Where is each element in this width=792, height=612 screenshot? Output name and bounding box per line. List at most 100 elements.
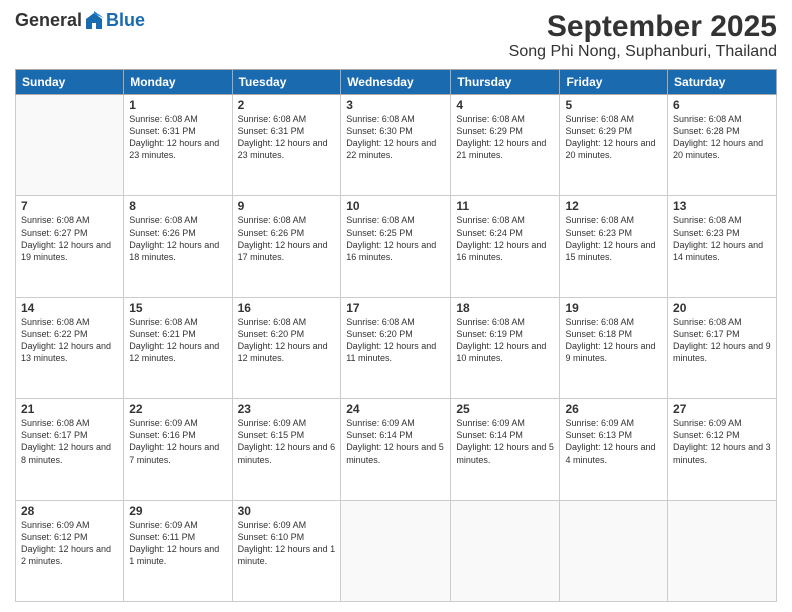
day-number: 5 bbox=[565, 98, 662, 112]
calendar-cell bbox=[16, 95, 124, 196]
calendar-cell: 25Sunrise: 6:09 AMSunset: 6:14 PMDayligh… bbox=[451, 399, 560, 500]
calendar-table: SundayMondayTuesdayWednesdayThursdayFrid… bbox=[15, 69, 777, 602]
day-info: Sunrise: 6:08 AMSunset: 6:20 PMDaylight:… bbox=[238, 316, 336, 365]
day-number: 20 bbox=[673, 301, 771, 315]
weekday-header: Thursday bbox=[451, 70, 560, 95]
day-info: Sunrise: 6:09 AMSunset: 6:16 PMDaylight:… bbox=[129, 417, 226, 466]
day-info: Sunrise: 6:08 AMSunset: 6:23 PMDaylight:… bbox=[673, 214, 771, 263]
calendar-cell: 26Sunrise: 6:09 AMSunset: 6:13 PMDayligh… bbox=[560, 399, 668, 500]
calendar-week-row: 1Sunrise: 6:08 AMSunset: 6:31 PMDaylight… bbox=[16, 95, 777, 196]
page-title: September 2025 bbox=[509, 10, 777, 43]
calendar-cell: 23Sunrise: 6:09 AMSunset: 6:15 PMDayligh… bbox=[232, 399, 341, 500]
day-info: Sunrise: 6:08 AMSunset: 6:26 PMDaylight:… bbox=[238, 214, 336, 263]
calendar-cell: 3Sunrise: 6:08 AMSunset: 6:30 PMDaylight… bbox=[341, 95, 451, 196]
day-number: 29 bbox=[129, 504, 226, 518]
day-number: 17 bbox=[346, 301, 445, 315]
calendar-cell bbox=[451, 500, 560, 601]
calendar-cell: 2Sunrise: 6:08 AMSunset: 6:31 PMDaylight… bbox=[232, 95, 341, 196]
day-number: 1 bbox=[129, 98, 226, 112]
day-number: 12 bbox=[565, 199, 662, 213]
day-info: Sunrise: 6:08 AMSunset: 6:28 PMDaylight:… bbox=[673, 113, 771, 162]
day-number: 8 bbox=[129, 199, 226, 213]
calendar-cell: 24Sunrise: 6:09 AMSunset: 6:14 PMDayligh… bbox=[341, 399, 451, 500]
day-info: Sunrise: 6:08 AMSunset: 6:17 PMDaylight:… bbox=[21, 417, 118, 466]
calendar-body: 1Sunrise: 6:08 AMSunset: 6:31 PMDaylight… bbox=[16, 95, 777, 602]
calendar-cell: 20Sunrise: 6:08 AMSunset: 6:17 PMDayligh… bbox=[668, 297, 777, 398]
day-info: Sunrise: 6:08 AMSunset: 6:22 PMDaylight:… bbox=[21, 316, 118, 365]
day-info: Sunrise: 6:09 AMSunset: 6:14 PMDaylight:… bbox=[346, 417, 445, 466]
calendar-week-row: 14Sunrise: 6:08 AMSunset: 6:22 PMDayligh… bbox=[16, 297, 777, 398]
calendar-cell: 1Sunrise: 6:08 AMSunset: 6:31 PMDaylight… bbox=[124, 95, 232, 196]
day-info: Sunrise: 6:08 AMSunset: 6:31 PMDaylight:… bbox=[129, 113, 226, 162]
day-info: Sunrise: 6:08 AMSunset: 6:17 PMDaylight:… bbox=[673, 316, 771, 365]
day-info: Sunrise: 6:08 AMSunset: 6:27 PMDaylight:… bbox=[21, 214, 118, 263]
calendar-cell: 18Sunrise: 6:08 AMSunset: 6:19 PMDayligh… bbox=[451, 297, 560, 398]
day-number: 18 bbox=[456, 301, 554, 315]
day-info: Sunrise: 6:09 AMSunset: 6:15 PMDaylight:… bbox=[238, 417, 336, 466]
day-number: 19 bbox=[565, 301, 662, 315]
day-info: Sunrise: 6:08 AMSunset: 6:31 PMDaylight:… bbox=[238, 113, 336, 162]
calendar-cell: 9Sunrise: 6:08 AMSunset: 6:26 PMDaylight… bbox=[232, 196, 341, 297]
calendar-cell bbox=[560, 500, 668, 601]
calendar-cell: 30Sunrise: 6:09 AMSunset: 6:10 PMDayligh… bbox=[232, 500, 341, 601]
day-info: Sunrise: 6:09 AMSunset: 6:11 PMDaylight:… bbox=[129, 519, 226, 568]
day-info: Sunrise: 6:08 AMSunset: 6:26 PMDaylight:… bbox=[129, 214, 226, 263]
calendar-cell: 15Sunrise: 6:08 AMSunset: 6:21 PMDayligh… bbox=[124, 297, 232, 398]
day-number: 14 bbox=[21, 301, 118, 315]
calendar-cell: 28Sunrise: 6:09 AMSunset: 6:12 PMDayligh… bbox=[16, 500, 124, 601]
page: General Blue September 2025 Song Phi Non… bbox=[0, 0, 792, 612]
day-number: 13 bbox=[673, 199, 771, 213]
day-number: 4 bbox=[456, 98, 554, 112]
calendar-cell: 10Sunrise: 6:08 AMSunset: 6:25 PMDayligh… bbox=[341, 196, 451, 297]
logo-icon bbox=[84, 11, 104, 31]
day-number: 3 bbox=[346, 98, 445, 112]
day-number: 25 bbox=[456, 402, 554, 416]
day-number: 16 bbox=[238, 301, 336, 315]
day-number: 23 bbox=[238, 402, 336, 416]
day-number: 26 bbox=[565, 402, 662, 416]
day-number: 6 bbox=[673, 98, 771, 112]
calendar-cell: 5Sunrise: 6:08 AMSunset: 6:29 PMDaylight… bbox=[560, 95, 668, 196]
calendar-cell: 12Sunrise: 6:08 AMSunset: 6:23 PMDayligh… bbox=[560, 196, 668, 297]
logo-general-text: General bbox=[15, 10, 82, 31]
day-number: 2 bbox=[238, 98, 336, 112]
calendar-cell: 14Sunrise: 6:08 AMSunset: 6:22 PMDayligh… bbox=[16, 297, 124, 398]
day-info: Sunrise: 6:08 AMSunset: 6:19 PMDaylight:… bbox=[456, 316, 554, 365]
calendar-cell: 6Sunrise: 6:08 AMSunset: 6:28 PMDaylight… bbox=[668, 95, 777, 196]
calendar-week-row: 7Sunrise: 6:08 AMSunset: 6:27 PMDaylight… bbox=[16, 196, 777, 297]
day-info: Sunrise: 6:08 AMSunset: 6:18 PMDaylight:… bbox=[565, 316, 662, 365]
day-info: Sunrise: 6:08 AMSunset: 6:25 PMDaylight:… bbox=[346, 214, 445, 263]
calendar-cell: 19Sunrise: 6:08 AMSunset: 6:18 PMDayligh… bbox=[560, 297, 668, 398]
logo: General Blue bbox=[15, 10, 145, 31]
calendar-week-row: 21Sunrise: 6:08 AMSunset: 6:17 PMDayligh… bbox=[16, 399, 777, 500]
calendar-cell: 16Sunrise: 6:08 AMSunset: 6:20 PMDayligh… bbox=[232, 297, 341, 398]
day-info: Sunrise: 6:08 AMSunset: 6:24 PMDaylight:… bbox=[456, 214, 554, 263]
day-info: Sunrise: 6:08 AMSunset: 6:21 PMDaylight:… bbox=[129, 316, 226, 365]
weekday-header: Friday bbox=[560, 70, 668, 95]
day-number: 24 bbox=[346, 402, 445, 416]
logo-blue-text: Blue bbox=[106, 10, 145, 31]
day-number: 10 bbox=[346, 199, 445, 213]
title-block: September 2025 Song Phi Nong, Suphanburi… bbox=[509, 10, 777, 61]
page-subtitle: Song Phi Nong, Suphanburi, Thailand bbox=[509, 43, 777, 61]
calendar-cell: 21Sunrise: 6:08 AMSunset: 6:17 PMDayligh… bbox=[16, 399, 124, 500]
day-number: 22 bbox=[129, 402, 226, 416]
day-number: 9 bbox=[238, 199, 336, 213]
calendar-week-row: 28Sunrise: 6:09 AMSunset: 6:12 PMDayligh… bbox=[16, 500, 777, 601]
day-info: Sunrise: 6:08 AMSunset: 6:29 PMDaylight:… bbox=[456, 113, 554, 162]
calendar-cell: 17Sunrise: 6:08 AMSunset: 6:20 PMDayligh… bbox=[341, 297, 451, 398]
day-info: Sunrise: 6:08 AMSunset: 6:30 PMDaylight:… bbox=[346, 113, 445, 162]
day-number: 15 bbox=[129, 301, 226, 315]
weekday-header: Sunday bbox=[16, 70, 124, 95]
day-info: Sunrise: 6:09 AMSunset: 6:13 PMDaylight:… bbox=[565, 417, 662, 466]
day-info: Sunrise: 6:09 AMSunset: 6:12 PMDaylight:… bbox=[673, 417, 771, 466]
day-number: 21 bbox=[21, 402, 118, 416]
weekday-header: Wednesday bbox=[341, 70, 451, 95]
day-info: Sunrise: 6:09 AMSunset: 6:14 PMDaylight:… bbox=[456, 417, 554, 466]
calendar-cell: 22Sunrise: 6:09 AMSunset: 6:16 PMDayligh… bbox=[124, 399, 232, 500]
calendar-cell: 27Sunrise: 6:09 AMSunset: 6:12 PMDayligh… bbox=[668, 399, 777, 500]
weekday-header: Saturday bbox=[668, 70, 777, 95]
day-number: 11 bbox=[456, 199, 554, 213]
weekday-header: Monday bbox=[124, 70, 232, 95]
day-number: 7 bbox=[21, 199, 118, 213]
